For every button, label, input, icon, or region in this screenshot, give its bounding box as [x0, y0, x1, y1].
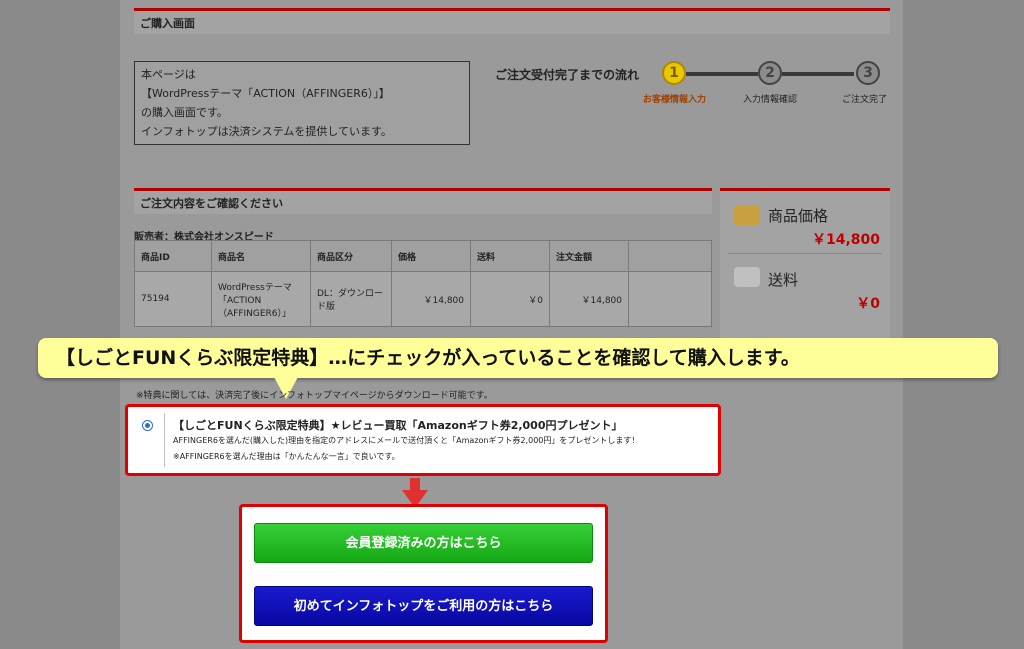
- price-label: 商品価格: [768, 207, 829, 225]
- info-line: インフォトップは決済システムを提供しています。: [141, 125, 392, 138]
- flow-title: ご注文受付完了までの流れ: [495, 68, 640, 82]
- step-2-label: 入力情報確認: [743, 95, 798, 105]
- panel-divider: [728, 253, 882, 254]
- step-3-label: ご注文完了: [842, 95, 888, 105]
- box-icon: [734, 267, 760, 287]
- step-1-circle: 1: [662, 61, 686, 85]
- cell-shipping: ￥0: [470, 271, 550, 327]
- cell-category: DL：ダウンロード版: [310, 271, 392, 327]
- bonus-offer-content: 【しごとFUNくらぶ限定特典】★レビュー買取「Amazonギフト券2,000円プ…: [164, 413, 717, 467]
- shipping-label: 送料: [768, 271, 799, 289]
- cell-price: ￥14,800: [391, 271, 471, 327]
- bonus-radio[interactable]: [142, 420, 153, 431]
- step-1-label: お客様情報入力: [643, 95, 707, 105]
- instruction-callout: 【しごとFUNくらぶ限定特典】…にチェックが入っていることを確認して購入します。: [38, 338, 998, 378]
- table-row: 75194 WordPressテーマ「ACTION（AFFINGER6）」 DL…: [134, 271, 712, 327]
- coins-icon: [734, 205, 760, 225]
- price-value: ￥14,800: [811, 232, 880, 248]
- info-line: 本ページは: [141, 68, 196, 81]
- bonus-title: 【しごとFUNくらぶ限定特典】★レビュー買取「Amazonギフト券2,000円プ…: [173, 419, 623, 432]
- col-header-empty: [628, 240, 712, 272]
- step-connector: [782, 72, 854, 76]
- info-box: 本ページは 【WordPressテーマ「ACTION（AFFINGER6）」】 …: [134, 61, 470, 145]
- info-line: の購入画面です。: [141, 106, 228, 119]
- col-header: 商品ID: [134, 240, 212, 272]
- order-header: ご注文内容をご確認ください: [134, 188, 712, 214]
- bonus-desc-note: ※AFFINGER6を選んだ理由は「かんたんな一言」で良いです。: [173, 452, 400, 461]
- col-header: 注文金額: [549, 240, 629, 272]
- bonus-offer-box: 【しごとFUNくらぶ限定特典】★レビュー買取「Amazonギフト券2,000円プ…: [125, 404, 721, 476]
- price-summary-panel: 商品価格 ￥14,800 送料 ￥0: [720, 188, 890, 341]
- cell-product-id: 75194: [134, 271, 212, 327]
- login-button-frame: 会員登録済みの方はこちら 初めてインフォトップをご利用の方はこちら: [239, 504, 608, 643]
- cell-total: ￥14,800: [549, 271, 629, 327]
- cell-empty: [628, 271, 712, 327]
- step-connector: [686, 72, 758, 76]
- bonus-note: ※特典に関しては、決済完了後にインフォトップマイページからダウンロード可能です。: [136, 391, 493, 401]
- step-3-circle: 3: [856, 61, 880, 85]
- order-table: 商品ID 商品名 商品区分 価格 送料 注文金額 75194 WordPress…: [134, 240, 712, 327]
- col-header: 商品名: [211, 240, 311, 272]
- member-login-button[interactable]: 会員登録済みの方はこちら: [254, 523, 593, 563]
- shipping-value: ￥0: [856, 296, 880, 312]
- table-header-row: 商品ID 商品名 商品区分 価格 送料 注文金額: [134, 240, 712, 272]
- col-header: 商品区分: [310, 240, 392, 272]
- bonus-desc: AFFINGER6を選んだ(購入した)理由を指定のアドレスにメールで送付頂くと「…: [173, 436, 640, 445]
- purchase-header: ご購入画面: [134, 8, 890, 34]
- cell-product-name: WordPressテーマ「ACTION（AFFINGER6）」: [211, 271, 311, 327]
- step-2-circle: 2: [758, 61, 782, 85]
- info-line: 【WordPressテーマ「ACTION（AFFINGER6）」】: [141, 87, 390, 100]
- col-header: 送料: [470, 240, 550, 272]
- col-header: 価格: [391, 240, 471, 272]
- first-time-button[interactable]: 初めてインフォトップをご利用の方はこちら: [254, 586, 593, 626]
